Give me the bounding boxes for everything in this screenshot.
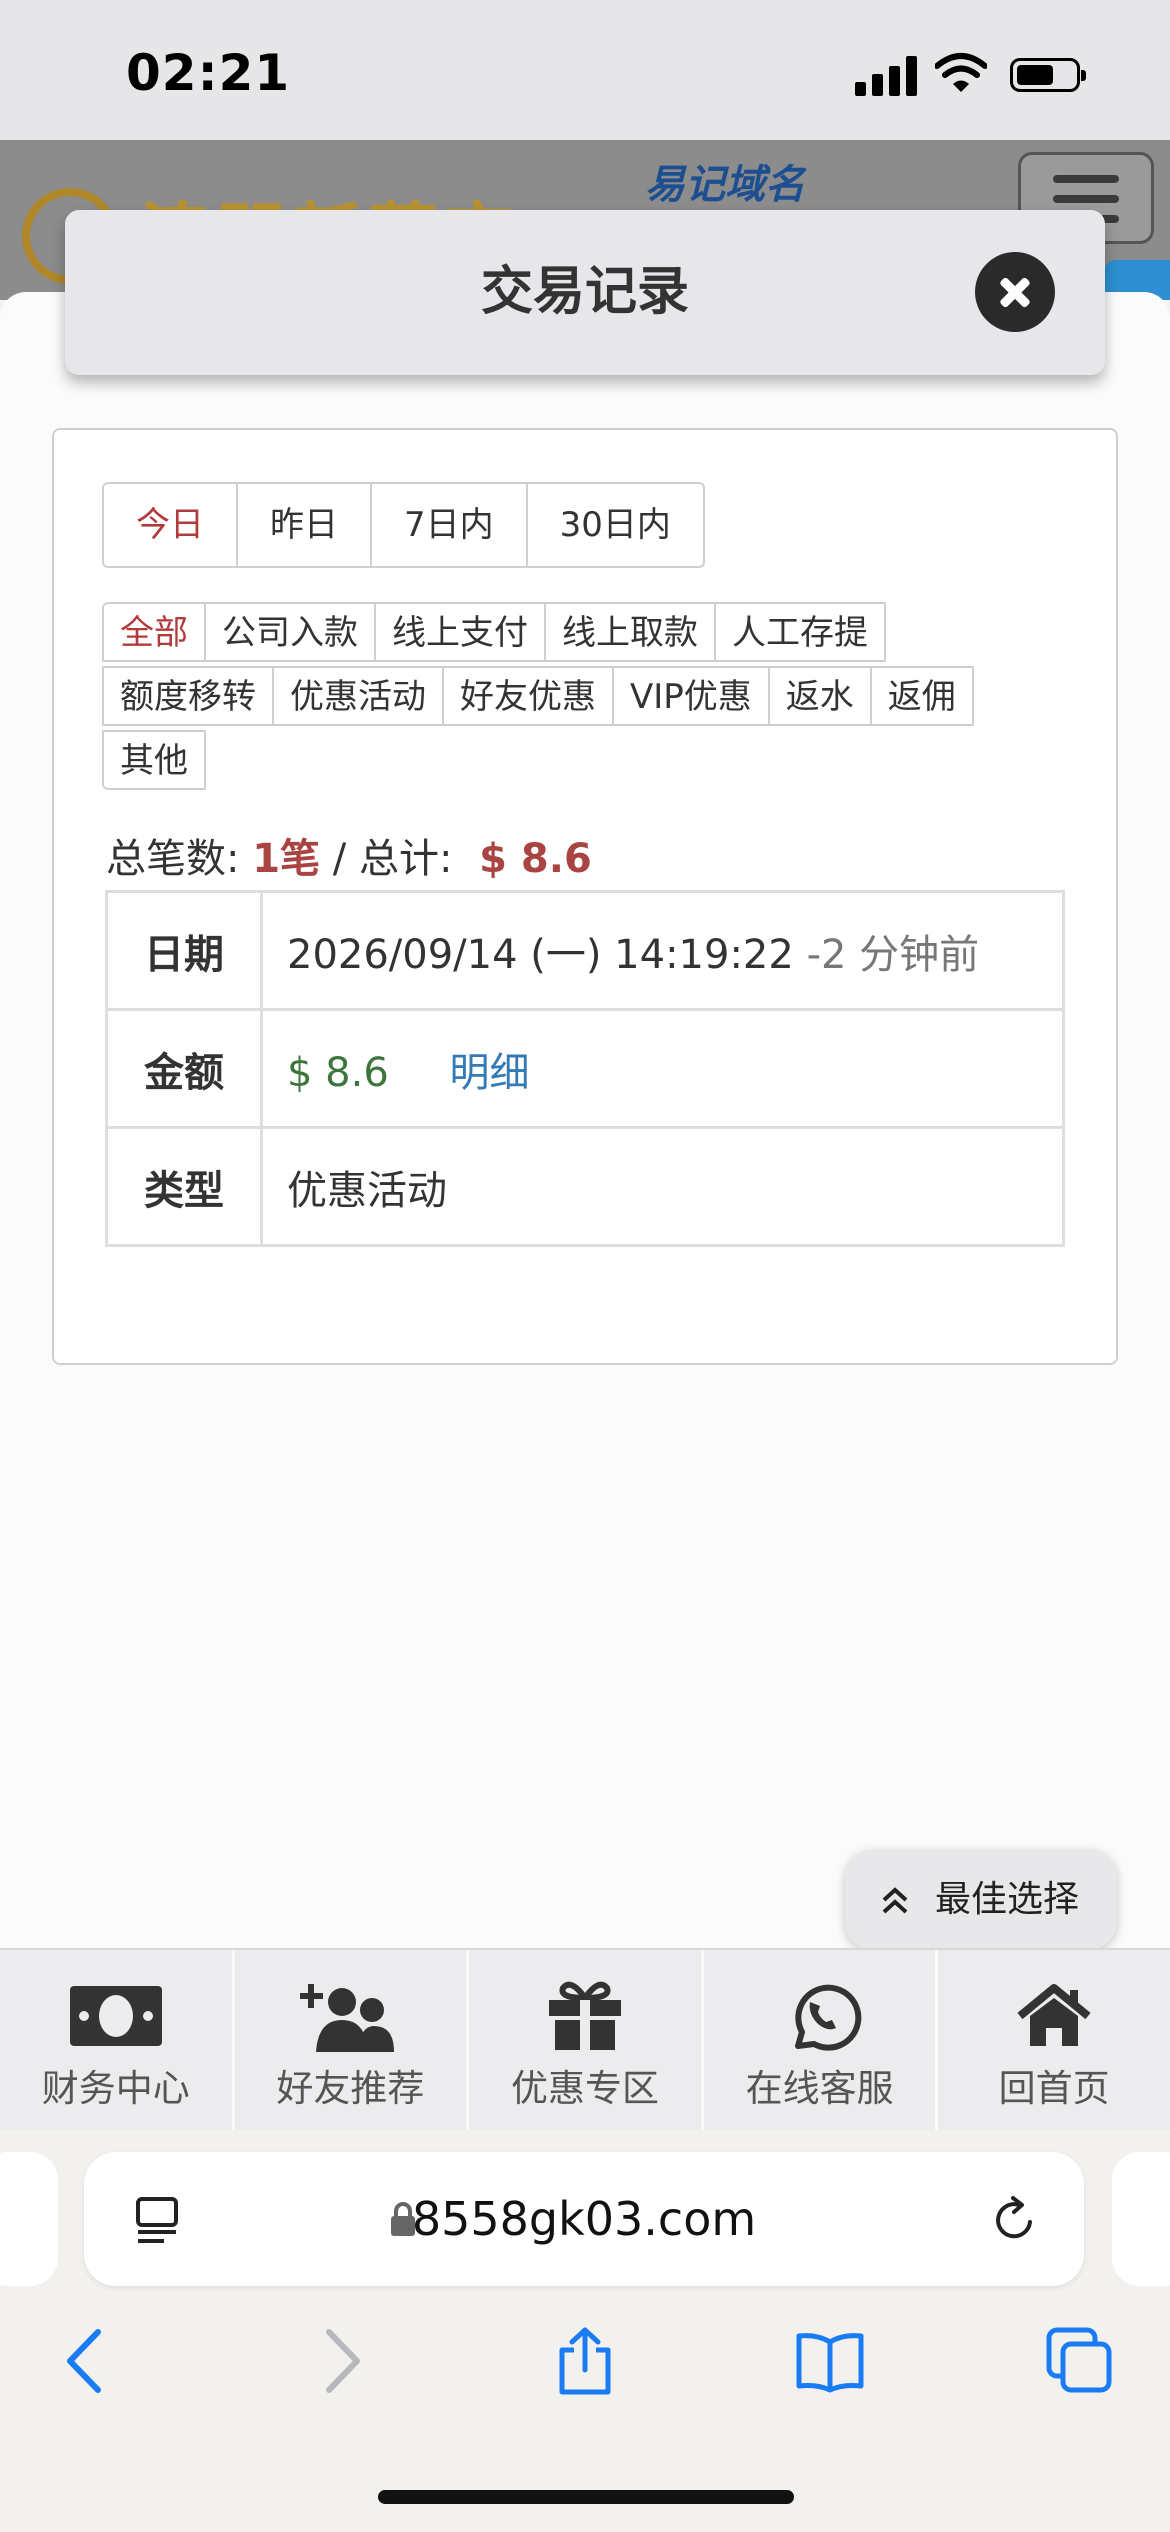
double-chevron-up-icon (882, 1887, 908, 1914)
type-tab-vip-bonus[interactable]: VIP优惠 (612, 666, 770, 726)
best-choice-label: 最佳选择 (935, 1879, 1080, 1920)
address-bar[interactable]: 8558gk03.com (84, 2152, 1084, 2286)
reload-icon[interactable] (989, 2194, 1039, 2244)
time-ago: -2 分钟前 (806, 931, 980, 978)
nav-label: 在线客服 (745, 2067, 894, 2110)
type-tab-promotions[interactable]: 优惠活动 (272, 666, 444, 726)
wifi-icon (935, 53, 987, 92)
type-tab-other[interactable]: 其他 (102, 730, 206, 790)
type-tab-all[interactable]: 全部 (102, 602, 206, 662)
amount-cell: $ 8.6 明细 (260, 1008, 1065, 1129)
date-cell: 2026/09/14 (一) 14:19:22 -2 分钟前 (260, 890, 1065, 1011)
modal-header: 交易记录 (65, 210, 1105, 375)
date-key: 日期 (105, 890, 263, 1011)
type-tab-manual-deposit-withdraw[interactable]: 人工存提 (714, 602, 886, 662)
table-row: 金额 $ 8.6 明细 (105, 1008, 1065, 1129)
back-icon[interactable] (52, 2326, 122, 2396)
type-tab-online-payment[interactable]: 线上支付 (374, 602, 546, 662)
bookmarks-icon[interactable] (795, 2326, 865, 2396)
forward-icon[interactable] (305, 2326, 375, 2396)
nav-label: 回首页 (998, 2067, 1110, 2110)
nav-friend-referral[interactable]: 好友推荐 (231, 1950, 467, 2130)
count-label: 总笔数: (106, 836, 240, 882)
amount-value: $ 8.6 (287, 1049, 389, 1096)
modal-title: 交易记录 (480, 262, 689, 322)
cellular-signal-icon (855, 56, 917, 96)
home-icon (1017, 1984, 1091, 2046)
table-row: 类型 优惠活动 (105, 1126, 1065, 1247)
nav-label: 财务中心 (41, 2067, 190, 2110)
tabs-icon[interactable] (1045, 2326, 1115, 2396)
type-tab-online-withdrawal[interactable]: 线上取款 (544, 602, 716, 662)
whatsapp-icon (794, 1984, 861, 2051)
share-icon[interactable] (550, 2326, 620, 2396)
tab-30-days[interactable]: 30日内 (525, 484, 703, 566)
add-user-icon (300, 1984, 395, 2052)
type-filter-row: 全部 公司入款 线上支付 线上取款 人工存提 (102, 602, 886, 662)
domain-link[interactable]: 易记域名 (645, 152, 805, 210)
money-icon (69, 1986, 162, 2046)
gift-icon (548, 1981, 621, 2050)
battery-icon (1010, 58, 1086, 92)
home-indicator (378, 2490, 794, 2504)
detail-link[interactable]: 明细 (450, 1050, 530, 1096)
records-summary: 总笔数: 1笔 / 总计: $ 8.6 (106, 826, 592, 884)
table-row: 日期 2026/09/14 (一) 14:19:22 -2 分钟前 (105, 890, 1065, 1011)
type-tab-commission[interactable]: 返佣 (869, 666, 974, 726)
record-table: 日期 2026/09/14 (一) 14:19:22 -2 分钟前 金额 $ 8… (105, 890, 1065, 1247)
nav-finance-center[interactable]: 财务中心 (0, 1950, 232, 2130)
type-tab-friend-bonus[interactable]: 好友优惠 (442, 666, 614, 726)
nav-online-service[interactable]: 在线客服 (700, 1950, 936, 2130)
tab-yesterday[interactable]: 昨日 (236, 484, 370, 566)
count-value: 1笔 (252, 836, 321, 882)
status-time: 02:21 (126, 44, 291, 102)
date-filter-tabs: 今日 昨日 7日内 30日内 (102, 482, 705, 568)
close-icon[interactable] (975, 252, 1055, 332)
tab-7-days[interactable]: 7日内 (370, 484, 526, 566)
tab-today[interactable]: 今日 (104, 484, 236, 566)
date-value: 2026/09/14 (一) 14:19:22 (287, 931, 794, 978)
type-value: 优惠活动 (260, 1126, 1065, 1247)
nav-promotions[interactable]: 优惠专区 (466, 1950, 701, 2130)
type-tab-rebate[interactable]: 返水 (767, 666, 872, 726)
type-filter-row: 其他 (102, 730, 206, 790)
previous-tab-preview[interactable] (0, 2152, 58, 2286)
total-label: 总计: (358, 836, 453, 882)
nav-home[interactable]: 回首页 (935, 1950, 1170, 2130)
nav-label: 优惠专区 (510, 2067, 659, 2110)
summary-separator: / (332, 836, 347, 882)
type-tab-company-deposit[interactable]: 公司入款 (204, 602, 376, 662)
nav-label: 好友推荐 (276, 2067, 425, 2110)
total-value: $ 8.6 (479, 836, 592, 882)
type-tab-credit-transfer[interactable]: 额度移转 (102, 666, 274, 726)
bottom-nav: 财务中心 好友推荐 优惠专区 在线客服 回首页 (0, 1948, 1170, 2130)
next-tab-preview[interactable] (1112, 2152, 1170, 2286)
url-text: 8558gk03.com (411, 2192, 757, 2246)
type-filter-row: 额度移转 优惠活动 好友优惠 VIP优惠 返水 返佣 (102, 666, 974, 726)
amount-key: 金额 (105, 1008, 263, 1129)
best-choice-button[interactable]: 最佳选择 (845, 1850, 1117, 1950)
type-key: 类型 (105, 1126, 263, 1247)
